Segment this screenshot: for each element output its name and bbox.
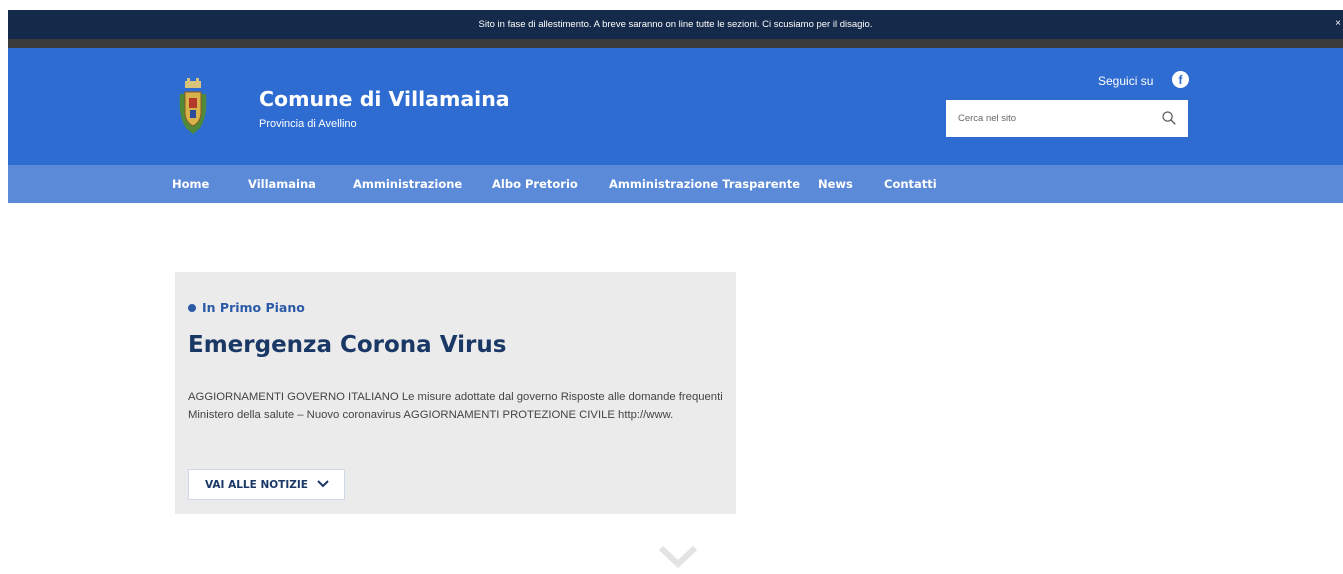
notice-bar: Sito in fase di allestimento. A breve sa… bbox=[8, 10, 1343, 39]
search-box bbox=[946, 100, 1188, 137]
featured-excerpt: AGGIORNAMENTI GOVERNO ITALIANO Le misure… bbox=[188, 391, 723, 421]
chevron-down-icon bbox=[317, 480, 329, 488]
main-nav: Home Villamaina Amministrazione Albo Pre… bbox=[8, 165, 1343, 203]
search-icon[interactable] bbox=[1162, 111, 1176, 125]
follow-us-label: Seguici su bbox=[1098, 74, 1154, 88]
featured-title[interactable]: Emergenza Corona Virus bbox=[188, 332, 506, 358]
notice-divider bbox=[8, 39, 1343, 48]
close-notice-button[interactable]: × bbox=[1335, 19, 1341, 29]
view-news-button-label: VAI ALLE NOTIZIE bbox=[205, 478, 308, 491]
facebook-icon[interactable]: f bbox=[1172, 71, 1189, 88]
site-subtitle: Provincia di Avellino bbox=[259, 118, 357, 130]
site-title[interactable]: Comune di Villamaina bbox=[259, 87, 510, 111]
bullet-dot-icon bbox=[188, 303, 196, 312]
view-news-button[interactable]: VAI ALLE NOTIZIE bbox=[188, 469, 345, 500]
nav-item-home[interactable]: Home bbox=[172, 177, 209, 191]
nav-item-contatti[interactable]: Contatti bbox=[884, 177, 937, 191]
nav-item-news[interactable]: News bbox=[818, 177, 853, 191]
search-input[interactable] bbox=[946, 100, 1146, 137]
nav-item-albo-pretorio[interactable]: Albo Pretorio bbox=[492, 177, 578, 191]
site-header: Comune di Villamaina Provincia di Avelli… bbox=[8, 48, 1343, 165]
nav-item-amministrazione[interactable]: Amministrazione bbox=[353, 177, 462, 191]
page: Sito in fase di allestimento. A breve sa… bbox=[8, 0, 1343, 574]
featured-card: In Primo Piano Emergenza Corona Virus AG… bbox=[175, 272, 736, 514]
scroll-down-chevron-icon[interactable] bbox=[658, 545, 698, 569]
coat-of-arms-icon[interactable] bbox=[178, 78, 208, 136]
notice-text: Sito in fase di allestimento. A breve sa… bbox=[478, 19, 873, 30]
featured-kicker-label: In Primo Piano bbox=[202, 300, 305, 315]
nav-item-villamaina[interactable]: Villamaina bbox=[248, 177, 316, 191]
featured-kicker: In Primo Piano bbox=[188, 300, 305, 315]
nav-item-amministrazione-trasparente[interactable]: Amministrazione Trasparente bbox=[609, 177, 800, 191]
